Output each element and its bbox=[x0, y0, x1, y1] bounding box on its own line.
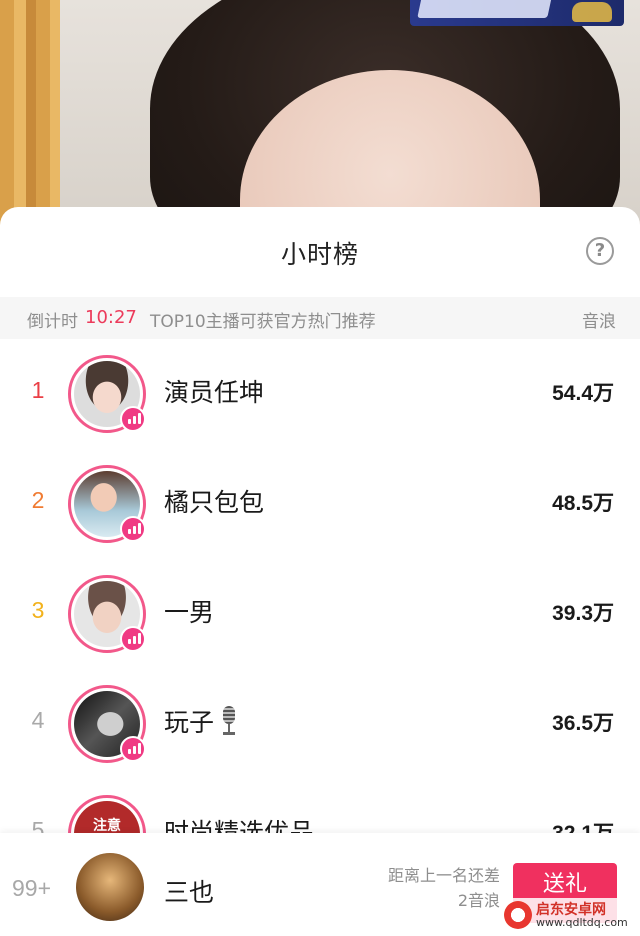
rank-number: 1 bbox=[31, 377, 45, 403]
my-rank-number: 99+ bbox=[12, 875, 52, 901]
event-banner[interactable] bbox=[410, 0, 624, 26]
rank-number: 2 bbox=[31, 487, 45, 513]
live-signal-icon bbox=[120, 736, 146, 762]
promo-text: TOP10主播可获官方热门推荐 bbox=[150, 312, 376, 332]
score-value: 48.5万 bbox=[552, 492, 614, 515]
help-icon[interactable]: ? bbox=[586, 237, 614, 265]
score-value: 54.4万 bbox=[552, 382, 614, 405]
score-value: 36.5万 bbox=[552, 712, 614, 735]
list-item[interactable]: 1 演员任坤 54.4万 bbox=[0, 339, 640, 449]
gap-to-next: 距离上一名还差 2音浪 bbox=[360, 863, 500, 913]
countdown-time: 10:27 bbox=[85, 307, 137, 328]
list-item[interactable]: 3 一男 39.3万 bbox=[0, 559, 640, 669]
info-bar: 倒计时 10:27 TOP10主播可获官方热门推荐 音浪 bbox=[0, 297, 640, 339]
watermark-logo-icon bbox=[504, 901, 532, 929]
countdown-label: 倒计时 bbox=[27, 312, 78, 332]
avatar[interactable] bbox=[68, 575, 146, 653]
score-value: 39.3万 bbox=[552, 602, 614, 625]
streamer-name: 橘只包包 bbox=[164, 488, 265, 517]
site-watermark: 启东安卓网 www.qdltdq.com bbox=[500, 898, 636, 932]
score-unit-label: 音浪 bbox=[582, 312, 616, 332]
streamer-name: 演员任坤 bbox=[164, 378, 265, 407]
list-item[interactable]: 4 玩子 36.5万 bbox=[0, 669, 640, 779]
score-value: 32.1万 bbox=[552, 817, 614, 833]
sheet-title: 小时榜 bbox=[280, 240, 359, 269]
streamer-name: 一男 bbox=[164, 598, 215, 627]
list-item[interactable]: 2 橘只包包 48.5万 bbox=[0, 449, 640, 559]
microphone-icon bbox=[220, 706, 238, 736]
gap-line-2: 2音浪 bbox=[457, 891, 500, 910]
avatar[interactable]: 注意 bbox=[68, 795, 146, 833]
rank-number: 5 bbox=[31, 817, 45, 833]
streamer-name: 玩子 bbox=[164, 708, 215, 737]
watermark-line-2: www.qdltdq.com bbox=[536, 916, 628, 929]
gap-line-1: 距离上一名还差 bbox=[387, 866, 500, 885]
my-avatar[interactable] bbox=[76, 853, 144, 921]
avatar[interactable] bbox=[68, 685, 146, 763]
avatar-text: 注意 bbox=[93, 818, 121, 833]
streamer-name-row: 玩子 bbox=[164, 703, 238, 739]
live-stream-background bbox=[0, 0, 640, 230]
hourly-rank-sheet: 小时榜 ? 倒计时 10:27 TOP10主播可获官方热门推荐 音浪 1 演员任… bbox=[0, 207, 640, 936]
ranking-list[interactable]: 1 演员任坤 54.4万 2 橘只包包 48.5万 3 一男 39.3万 4 玩… bbox=[0, 339, 640, 833]
live-signal-icon bbox=[120, 626, 146, 652]
rank-number: 3 bbox=[31, 597, 45, 623]
sheet-header: 小时榜 ? bbox=[0, 207, 640, 297]
live-signal-icon bbox=[120, 516, 146, 542]
list-item[interactable]: 5 注意 时尚精选优品 32.1万 bbox=[0, 779, 640, 833]
curtain bbox=[0, 0, 60, 230]
rank-number: 4 bbox=[31, 707, 45, 733]
avatar[interactable] bbox=[68, 465, 146, 543]
streamer-name: 时尚精选优品 bbox=[164, 818, 315, 833]
my-name: 三也 bbox=[164, 878, 215, 907]
my-rank-footer: 99+ 三也 距离上一名还差 2音浪 送礼 启东安卓网 www.qdltdq.c… bbox=[0, 833, 640, 936]
avatar[interactable] bbox=[68, 355, 146, 433]
live-signal-icon bbox=[120, 406, 146, 432]
